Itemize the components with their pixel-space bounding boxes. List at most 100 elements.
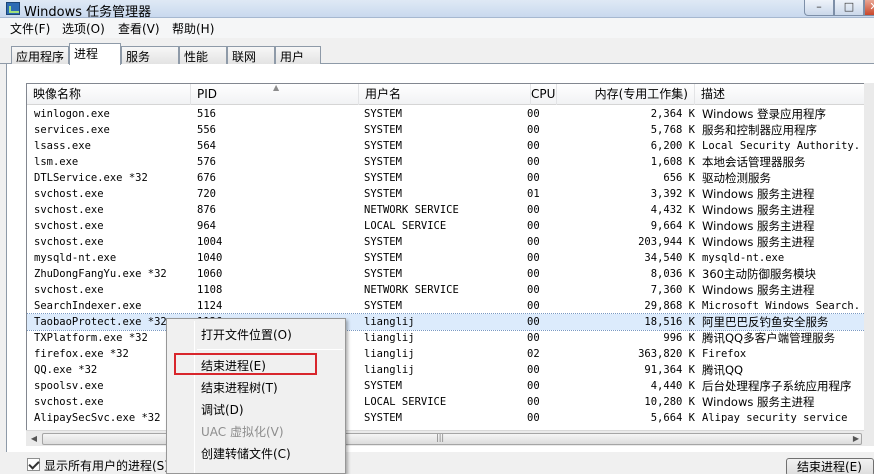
context-menu: 打开文件位置(O) 结束进程(E) 结束进程树(T) 调试(D) UAC 虚拟化… [166,318,346,474]
cpu-cell: 00 [527,156,540,168]
memory-cell: 5,664 K [650,412,695,424]
menu-help[interactable]: 帮助(H) [172,20,214,37]
scroll-left-icon[interactable]: ◀ [26,431,42,447]
menu-item-create-dump-file[interactable]: 创建转储文件(C) [201,443,291,465]
description-cell: Microsoft Windows Search... [702,300,862,312]
user-cell: SYSTEM [364,108,402,120]
table-row[interactable]: mysqld-nt.exe 1040 SYSTEM 00 34,540 K mysqld-… [27,250,873,266]
red-highlight-box [174,353,317,375]
table-row[interactable]: lsm.exe 576 SYSTEM 00 1,608 K 本地会话管理器服务 [27,154,873,170]
tab-services[interactable]: 服务 [121,46,179,64]
table-row[interactable]: QQ.exe *32 lianglij 00 91,364 K 腾讯QQ [27,362,873,378]
process-name-cell: svchost.exe [34,236,104,248]
description-cell: Windows 服务主进程 [702,283,815,297]
tab-applications[interactable]: 应用程序 [11,46,69,64]
title-bar: Windows 任务管理器 – □ ✕ [0,0,874,20]
description-cell: Windows 服务主进程 [702,219,815,233]
table-row[interactable]: firefox.exe *32 lianglij 02 363,820 K Firefo… [27,346,873,362]
menu-item-end-process-tree[interactable]: 结束进程树(T) [201,377,278,399]
table-row[interactable]: ZhuDongFangYu.exe *32 1060 SYSTEM 00 8,036 K… [27,266,873,282]
table-row[interactable]: AlipaySecSvc.exe *32 SYSTEM 00 5,664 K Alipa… [27,410,873,426]
process-name-cell: lsass.exe [34,140,91,152]
pid-cell: 516 [197,108,216,120]
column-header-name[interactable]: 映像名称 [27,84,191,105]
process-name-cell: winlogon.exe [34,108,110,120]
process-name-cell: svchost.exe [34,284,104,296]
table-row[interactable]: TXPlatform.exe *32 lianglij 00 996 K 腾讯QQ多客户… [27,330,873,346]
horizontal-scrollbar[interactable]: ◀ ||| ▶ [26,430,864,446]
column-header-memory[interactable]: 内存(专用工作集) [557,84,695,105]
pid-cell: 1124 [197,300,223,312]
process-name-cell: DTLService.exe *32 [34,172,148,184]
scroll-right-icon[interactable]: ▶ [848,431,864,447]
table-row[interactable]: svchost.exe 1004 SYSTEM 00 203,944 K Windows … [27,234,873,250]
cpu-cell: 00 [527,140,540,152]
menu-options[interactable]: 选项(O) [62,20,105,37]
memory-cell: 18,516 K [644,316,695,328]
table-row[interactable]: SearchIndexer.exe 1124 SYSTEM 00 29,868 K Mic… [27,298,873,314]
user-cell: lianglij [364,332,415,344]
column-header-cpu[interactable]: CPU [531,84,557,105]
table-row[interactable]: DTLService.exe *32 676 SYSTEM 00 656 K 驱动检测服务 [27,170,873,186]
menu-item-debug[interactable]: 调试(D) [201,399,244,421]
memory-cell: 363,820 K [638,348,695,360]
show-all-users-label: 显示所有用户的进程(S) [44,459,169,473]
table-row[interactable]: spoolsv.exe SYSTEM 00 4,440 K 后台处理程序子系统应用程序 [27,378,873,394]
user-cell: SYSTEM [364,124,402,136]
table-row[interactable]: TaobaoProtect.exe *321136lianglij0018,51… [27,313,873,331]
tab-users[interactable]: 用户 [275,46,321,64]
maximize-button[interactable]: □ [834,0,864,16]
tab-performance[interactable]: 性能 [179,46,227,64]
cpu-cell: 00 [527,412,540,424]
scroll-grip-icon: ||| [436,433,445,442]
cpu-cell: 00 [527,316,540,328]
user-cell: SYSTEM [364,252,402,264]
memory-cell: 5,768 K [650,124,695,136]
table-row[interactable]: svchost.exe 1108 NETWORK SERVICE 00 7,360 K W… [27,282,873,298]
table-row[interactable]: svchost.exe LOCAL SERVICE 00 10,280 K Window… [27,394,873,410]
description-cell: 阿里巴巴反钓鱼安全服务 [702,315,829,329]
memory-cell: 203,944 K [638,236,695,248]
column-header-user[interactable]: 用户名 [359,84,531,105]
scroll-thumb[interactable] [42,433,862,445]
description-cell: 本地会话管理器服务 [702,155,806,169]
table-row[interactable]: lsass.exe 564 SYSTEM 00 6,200 K Local Securit… [27,138,873,154]
table-row[interactable]: svchost.exe 720 SYSTEM 01 3,392 K Windows 服务主… [27,186,873,202]
description-cell: 服务和控制器应用程序 [702,123,817,137]
sort-ascending-icon: ▲ [273,83,280,92]
tab-networking[interactable]: 联网 [227,46,275,64]
memory-cell: 1,608 K [650,156,695,168]
table-row[interactable]: winlogon.exe 516 SYSTEM 00 2,364 K Windows 登录… [27,106,873,122]
vertical-scrollbar[interactable] [864,83,874,446]
process-name-cell: ZhuDongFangYu.exe *32 [34,268,167,280]
cpu-cell: 00 [527,380,540,392]
user-cell: SYSTEM [364,412,402,424]
minimize-button[interactable]: – [804,0,834,16]
menu-file[interactable]: 文件(F) [10,20,50,37]
process-name-cell: svchost.exe [34,188,104,200]
user-cell: LOCAL SERVICE [364,220,447,232]
memory-cell: 9,664 K [650,220,695,232]
menu-view[interactable]: 查看(V) [118,20,160,37]
menu-bar: 文件(F) 选项(O) 查看(V) 帮助(H) [0,18,874,38]
process-name-cell: svchost.exe [34,204,104,216]
close-button[interactable]: ✕ [864,0,874,16]
end-process-button[interactable]: 结束进程(E) [786,458,874,474]
table-row[interactable]: svchost.exe 876 NETWORK SERVICE 00 4,432 K Wi… [27,202,873,218]
user-cell: NETWORK SERVICE [364,204,459,216]
cpu-cell: 00 [527,236,540,248]
cpu-cell: 00 [527,172,540,184]
memory-cell: 29,868 K [644,300,695,312]
description-cell: Windows 服务主进程 [702,203,815,217]
tab-processes[interactable]: 进程 [69,43,121,65]
table-row[interactable]: svchost.exe 964 LOCAL SERVICE 00 9,664 K Wind… [27,218,873,234]
process-list[interactable]: 映像名称 PID ▲ 用户名 CPU 内存(专用工作集) 描述 winlogon… [26,83,874,446]
table-row[interactable]: services.exe 556 SYSTEM 00 5,768 K 服务和控制器应用程序 [27,122,873,138]
menu-item-open-file-location[interactable]: 打开文件位置(O) [201,324,292,346]
show-all-users-checkbox[interactable] [27,458,40,471]
tab-strip: 应用程序 进程 服务 性能 联网 用户 [0,38,874,65]
cpu-cell: 00 [527,268,540,280]
user-cell: lianglij [364,316,415,328]
memory-cell: 656 K [663,172,695,184]
column-header-description[interactable]: 描述 [695,84,873,105]
